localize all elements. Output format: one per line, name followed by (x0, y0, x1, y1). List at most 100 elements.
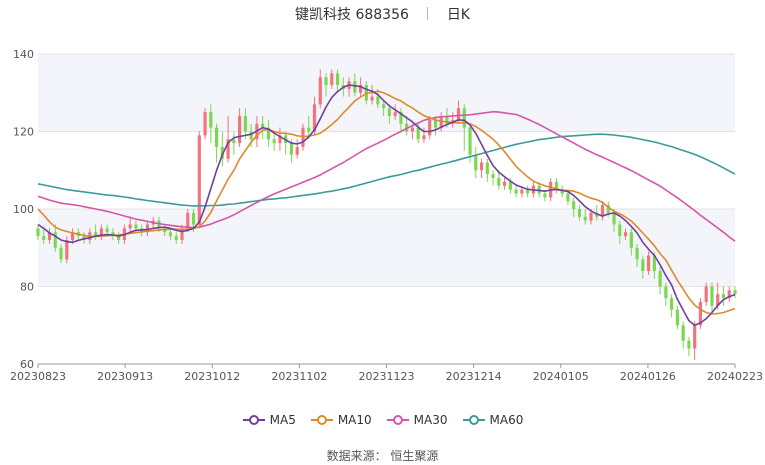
candle-body (382, 104, 386, 109)
candle-body (566, 193, 570, 202)
candle-body (324, 77, 328, 85)
candle-body (174, 236, 178, 240)
candle-body (647, 255, 651, 271)
candle-body (65, 240, 69, 260)
candlestick-chart: 6080100120140 20230823 20230913 20231012 20… (10, 48, 763, 383)
candle-body (36, 228, 40, 237)
candle-body (497, 178, 501, 186)
candle-body (503, 181, 507, 186)
candle-body (128, 224, 132, 229)
candle-body (197, 135, 201, 225)
candle-body (214, 127, 219, 147)
candle-body (272, 139, 276, 144)
candle-body (410, 127, 415, 132)
legend: MA5 MA10 MA30 MA60 (0, 413, 765, 427)
candle-body (318, 77, 322, 105)
candle-body (612, 212, 616, 225)
candle-body (675, 309, 679, 326)
candle-body (186, 212, 190, 229)
candle-body (42, 236, 46, 240)
candle-body (243, 116, 247, 132)
candle-body (514, 189, 518, 194)
candle-body (670, 298, 674, 310)
candle-body (572, 201, 576, 209)
candle-body (295, 147, 299, 155)
x-tick-label: 20231012 (184, 370, 240, 383)
candle-body (508, 181, 512, 190)
candle-body (238, 116, 242, 144)
candle-body (53, 232, 57, 248)
candle-body (629, 232, 633, 248)
candle-body (589, 212, 593, 221)
candle-body (376, 96, 380, 105)
y-tick-label: 100 (13, 203, 34, 216)
candle-body (658, 271, 662, 287)
candle-body (422, 135, 426, 140)
legend-item-ma30[interactable]: MA30 (386, 413, 448, 427)
candle-body (209, 112, 213, 128)
candle-body (468, 127, 472, 155)
x-tick-label: 20231102 (271, 370, 327, 383)
legend-item-ma10[interactable]: MA10 (310, 413, 372, 427)
candle-body (330, 73, 334, 85)
candle-body (307, 127, 311, 132)
candle-body (105, 228, 109, 233)
legend-label-ma10: MA10 (337, 413, 372, 427)
candle-body (485, 162, 489, 175)
candle-body (635, 247, 639, 260)
legend-swatch-ma10 (310, 415, 333, 425)
candle-body (416, 127, 420, 140)
candle-body (479, 162, 484, 171)
candle-body (301, 127, 305, 147)
legend-item-ma60[interactable]: MA60 (462, 413, 523, 427)
candle-body (618, 224, 622, 237)
candle-body (456, 108, 461, 120)
candle-body (462, 108, 466, 128)
candle-body (191, 212, 196, 225)
candle-body (370, 96, 374, 101)
candle-body (353, 81, 357, 93)
x-tick-label: 20240105 (533, 370, 589, 383)
candle-body (664, 286, 668, 299)
data-source: 数据来源： 恒生聚源 (326, 449, 439, 463)
candle-body (704, 286, 708, 302)
candle-body (433, 119, 438, 128)
candle-body (134, 224, 138, 229)
candle-body (289, 143, 294, 155)
candle-body (681, 325, 685, 341)
y-tick-label: 80 (20, 281, 34, 294)
candle-body (687, 340, 691, 349)
legend-label-ma30: MA30 (413, 413, 448, 427)
candle-body (474, 154, 478, 171)
candle-body (543, 193, 547, 198)
y-axis: 6080100120140 (13, 48, 34, 371)
y-band (38, 54, 735, 132)
candle-body (203, 112, 207, 136)
candle-body (428, 119, 432, 136)
candle-body (623, 232, 628, 237)
candle-body (520, 189, 524, 194)
candle-body (710, 286, 714, 306)
candle-body (641, 259, 645, 271)
candle-body (168, 232, 173, 237)
candle-body (491, 174, 495, 178)
candle-body (59, 247, 63, 260)
y-tick-label: 120 (13, 126, 34, 139)
candle-body (249, 131, 253, 140)
candle-body (232, 139, 236, 144)
legend-swatch-ma30 (386, 415, 409, 425)
legend-item-ma5[interactable]: MA5 (242, 413, 296, 427)
x-tick-label: 20231214 (446, 370, 502, 383)
x-axis: 20230823 20230913 20231012 20231102 20231123… (10, 363, 763, 383)
x-tick-label: 20230823 (10, 370, 66, 383)
candle-body (335, 73, 340, 85)
x-tick-label: 20231123 (359, 370, 415, 383)
candle-body (583, 216, 587, 221)
x-tick-label: 20240126 (620, 370, 676, 383)
legend-swatch-ma60 (462, 415, 485, 425)
candle-body (733, 290, 737, 295)
y-tick-label: 140 (13, 48, 34, 61)
candle-body (693, 325, 697, 349)
x-tick-label: 20230913 (97, 370, 153, 383)
candle-body (526, 189, 530, 194)
